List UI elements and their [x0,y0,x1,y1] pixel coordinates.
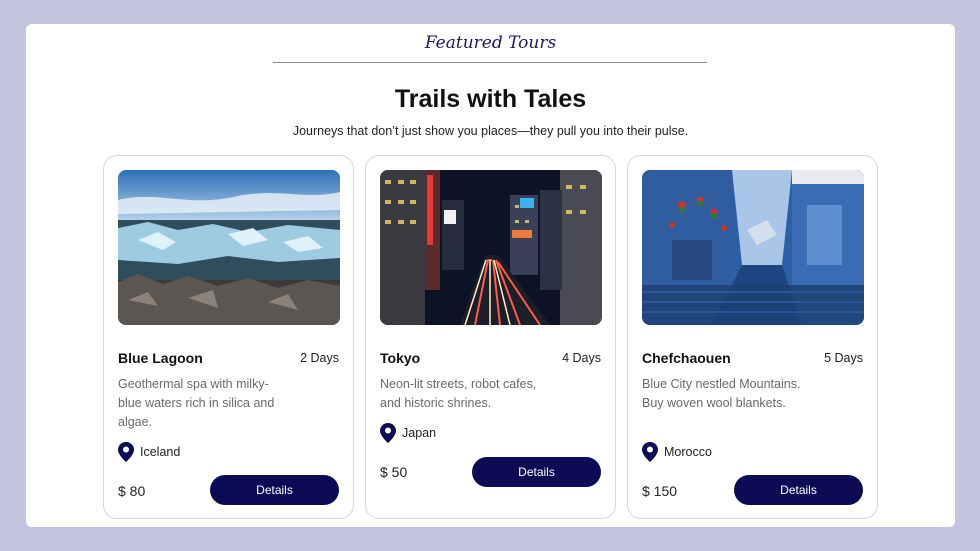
details-button[interactable]: Details [472,457,601,487]
section-subtitle: Journeys that don’t just show you places… [292,124,689,138]
location-name: Iceland [140,445,181,459]
details-button[interactable]: Details [734,475,863,505]
location-name: Morocco [664,445,712,459]
tour-duration: 5 Days [824,351,863,365]
location-pin-icon [118,442,134,462]
tour-duration: 2 Days [300,351,339,365]
tour-card-tokyo: Tokyo 4 Days Neon-lit streets, robot caf… [365,155,616,519]
location-name: Japan [402,426,437,440]
tour-name: Chefchaouen [642,350,731,366]
eyebrow-divider [273,62,707,63]
tour-name: Tokyo [380,350,421,366]
tour-description: Geothermal spa with milky-blue waters ri… [118,377,275,429]
tour-image [118,170,340,325]
location-pin-icon [642,442,658,462]
tour-card-chefchaouen: Chefchaouen 5 Days Blue City nestled Mou… [627,155,878,519]
tour-card-blue-lagoon: Blue Lagoon 2 Days Geothermal spa with m… [103,155,354,519]
tour-duration: 4 Days [562,351,601,365]
tour-description: Blue City nestled Mountains. Buy woven w… [642,377,801,410]
featured-tours-panel: Featured Tours Trails with Tales Journey… [26,24,955,527]
tour-location: Morocco [642,442,712,462]
tour-price: $ 80 [118,483,146,499]
tour-location: Iceland [118,442,180,462]
section-eyebrow: Featured Tours [424,33,557,53]
tour-name: Blue Lagoon [118,350,203,366]
tour-image [642,170,864,325]
tour-price: $ 50 [380,464,408,480]
tour-description: Neon-lit streets, robot cafes, and histo… [380,377,537,410]
details-button[interactable]: Details [210,475,339,505]
tour-location: Japan [380,423,436,443]
tour-price: $ 150 [642,483,678,499]
location-pin-icon [380,423,396,443]
section-title: Trails with Tales [394,85,587,113]
tour-image [380,170,602,325]
